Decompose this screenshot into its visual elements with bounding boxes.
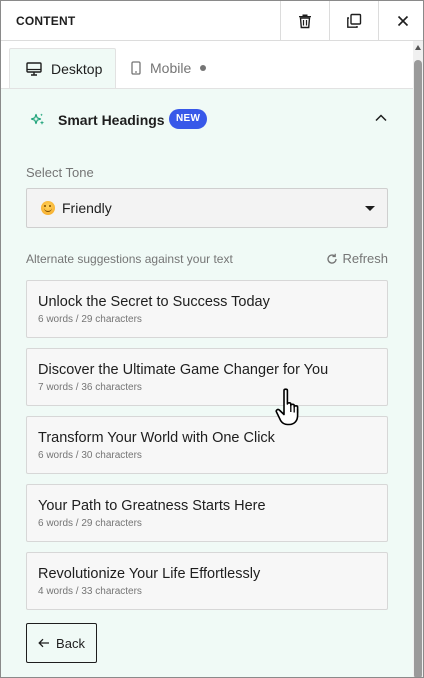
- tone-select[interactable]: Friendly: [26, 188, 388, 228]
- sparkle-icon: [30, 113, 45, 125]
- suggestion-title: Revolutionize Your Life Effortlessly: [38, 566, 261, 582]
- tone-label: Select Tone: [26, 165, 94, 180]
- suggestion-title: Discover the Ultimate Game Changer for Y…: [38, 362, 329, 378]
- smart-headings-panel: Smart Headings NEW Select Tone Friendly …: [1, 88, 413, 677]
- suggestions-label: Alternate suggestions against your text: [26, 252, 233, 266]
- scroll-thumb[interactable]: [414, 60, 422, 677]
- suggestion-meta: 6 words / 29 characters: [38, 518, 142, 529]
- refresh-label: Refresh: [342, 251, 388, 266]
- suggestion-title: Your Path to Greatness Starts Here: [38, 498, 266, 514]
- refresh-icon: [327, 253, 338, 264]
- suggestion-card[interactable]: Unlock the Secret to Success Today 6 wor…: [26, 280, 388, 338]
- suggestion-card[interactable]: Discover the Ultimate Game Changer for Y…: [26, 348, 388, 406]
- arrow-left-icon: [38, 638, 50, 648]
- desktop-icon: [26, 61, 42, 76]
- section-title: Smart Headings: [58, 112, 165, 128]
- suggestion-title: Unlock the Secret to Success Today: [38, 294, 270, 310]
- close-icon: [397, 15, 409, 27]
- suggestion-meta: 7 words / 36 characters: [38, 382, 142, 393]
- duplicate-button[interactable]: [329, 1, 378, 41]
- close-button[interactable]: [378, 1, 423, 41]
- caret-down-icon: [365, 206, 375, 211]
- suggestion-card[interactable]: Revolutionize Your Life Effortlessly 4 w…: [26, 552, 388, 610]
- smiley-icon: [41, 201, 55, 215]
- unsaved-dot: [200, 65, 207, 71]
- scroll-up-arrow[interactable]: [415, 45, 421, 50]
- back-button[interactable]: Back: [26, 623, 97, 663]
- tone-selected-value: Friendly: [62, 200, 112, 216]
- tab-mobile-label: Mobile: [150, 60, 192, 76]
- panel-header: CONTENT: [1, 1, 423, 41]
- mobile-icon: [131, 61, 141, 75]
- suggestion-meta: 6 words / 30 characters: [38, 450, 142, 461]
- tab-desktop[interactable]: Desktop: [9, 48, 116, 88]
- device-tabs: Desktop Mobile: [1, 41, 413, 88]
- delete-button[interactable]: [280, 1, 329, 41]
- duplicate-icon: [347, 13, 362, 28]
- content-panel: CONTENT Desktop Mobile Smart Headings NE…: [0, 0, 424, 678]
- chevron-up-icon[interactable]: [374, 113, 388, 123]
- suggestion-meta: 4 words / 33 characters: [38, 586, 142, 597]
- trash-icon: [299, 14, 311, 29]
- back-label: Back: [56, 635, 85, 651]
- panel-title: CONTENT: [16, 14, 76, 28]
- smart-headings-header[interactable]: Smart Headings NEW: [1, 89, 413, 149]
- tab-desktop-label: Desktop: [51, 60, 103, 77]
- suggestion-card[interactable]: Transform Your World with One Click 6 wo…: [26, 416, 388, 474]
- refresh-button[interactable]: Refresh: [326, 251, 388, 266]
- suggestion-card[interactable]: Your Path to Greatness Starts Here 6 wor…: [26, 484, 388, 542]
- tab-mobile[interactable]: Mobile: [129, 48, 229, 88]
- suggestion-title: Transform Your World with One Click: [38, 430, 275, 446]
- new-badge: NEW: [169, 109, 208, 129]
- hand-cursor-icon: [275, 388, 299, 426]
- suggestion-meta: 6 words / 29 characters: [38, 314, 142, 325]
